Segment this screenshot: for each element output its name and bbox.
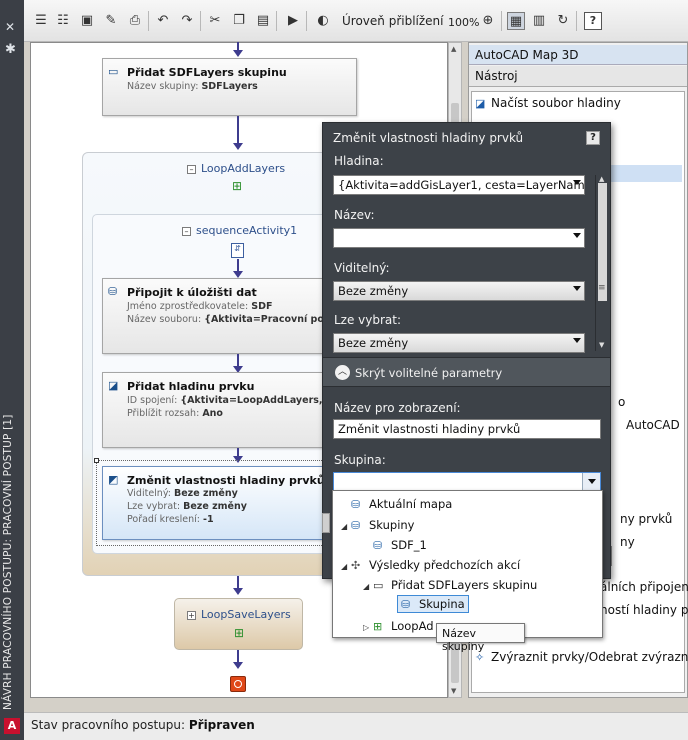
new-template-icon[interactable]: ☷ xyxy=(54,12,72,30)
name-field[interactable] xyxy=(333,228,585,248)
workflow-status: Stav pracovního postupu: Připraven xyxy=(31,718,255,732)
designer-view-icon[interactable]: ▦ xyxy=(507,12,525,30)
properties-view-icon[interactable]: ▥ xyxy=(530,12,548,30)
load-layer-icon: ◪ xyxy=(475,97,486,110)
expanded-icon: ◢ xyxy=(363,582,370,591)
group-field[interactable] xyxy=(333,472,601,492)
tool-item[interactable]: ny prvků xyxy=(620,512,672,526)
add-group-icon: ▭ xyxy=(373,579,384,592)
print-icon[interactable]: ⎙ xyxy=(126,12,144,30)
tree-item-add-group[interactable]: ◢ ▭ Přidat SDFLayers skupinu xyxy=(363,578,537,592)
dialog-scrollbar[interactable]: ▲ ≡ ▼ xyxy=(595,175,609,351)
zoom-level-icon[interactable]: ◐ xyxy=(314,12,332,30)
loop-icon: ⊞ xyxy=(373,620,383,633)
workflow-node-add-layer[interactable]: ◪ Přidat hladinu prvku ID spojení: {Akti… xyxy=(102,372,357,448)
new-workflow-icon[interactable]: ☰ xyxy=(32,12,50,30)
undo-icon[interactable]: ↶ xyxy=(154,12,172,30)
add-group-icon: ▭ xyxy=(108,65,119,78)
chevron-down-icon xyxy=(573,338,581,343)
selectable-label: Lze vybrat: xyxy=(334,313,402,327)
tool-item[interactable]: ✧ Zvýraznit prvky/Odebrat zvýraznění xyxy=(475,650,688,664)
database-icon: ⛁ xyxy=(351,519,361,532)
add-layer-icon: ◪ xyxy=(108,379,119,392)
layer-label: Hladina: xyxy=(334,154,384,168)
refresh-icon[interactable]: ↻ xyxy=(554,12,572,30)
redo-icon[interactable]: ↷ xyxy=(178,12,196,30)
save-as-icon[interactable]: ✎ xyxy=(102,12,120,30)
sequence-header[interactable]: – sequenceActivity1 xyxy=(182,224,297,237)
tree-item-previous-results[interactable]: ◢ ✣ Výsledky předchozích akcí xyxy=(341,558,520,572)
chevron-down-icon xyxy=(573,233,581,238)
tool-item[interactable]: AutoCAD xyxy=(626,418,680,432)
loop-save-layers[interactable]: + LoopSaveLayers ⊞ xyxy=(174,598,303,650)
help-icon[interactable]: ? xyxy=(586,131,600,145)
tree-item-current-map[interactable]: ⛁ Aktuální mapa xyxy=(341,497,452,511)
panel-subheader[interactable]: Nástroj xyxy=(469,66,687,87)
tool-item[interactable]: o xyxy=(618,395,625,409)
autocad-logo-icon: A xyxy=(4,718,20,734)
chevron-up-icon[interactable]: ︿ xyxy=(335,365,350,380)
tool-item[interactable]: ◪ Načíst soubor hladiny xyxy=(475,96,621,110)
chevron-down-icon[interactable] xyxy=(582,473,600,491)
cut-icon[interactable]: ✂ xyxy=(206,12,224,30)
zoom-icon[interactable]: ⊕ xyxy=(479,12,497,30)
zoom-value[interactable]: 100% xyxy=(448,16,479,29)
collapsed-icon: ▷ xyxy=(363,623,370,632)
loop-icon: ⊞ xyxy=(231,179,243,193)
gear-icon[interactable]: ✱ xyxy=(5,42,16,57)
workflow-node-connect[interactable]: ⛁ Připojit k úložišti dat Jméno zprostře… xyxy=(102,278,357,354)
chevron-down-icon xyxy=(573,286,581,291)
sequence-icon: ⇵ xyxy=(231,243,244,258)
database-icon: ⛁ xyxy=(351,498,361,511)
expanded-icon: ◢ xyxy=(341,562,348,571)
database-icon: ⛁ xyxy=(401,598,411,611)
group-label: Skupina: xyxy=(334,453,386,467)
selectable-select[interactable]: Beze změny xyxy=(333,333,585,353)
copy-icon[interactable]: ❐ xyxy=(230,12,248,30)
optional-params-toggle[interactable]: ︿ Skrýt volitelné parametry xyxy=(323,357,610,387)
group-tree-dropdown: ⛁ Aktuální mapa ◢ ⛁ Skupiny ⛁ SDF_1 ◢ ✣ Výsled… xyxy=(332,490,603,638)
connect-icon: ⛁ xyxy=(108,285,118,298)
display-name-label: Název pro zobrazení: xyxy=(334,401,461,415)
selection-handle[interactable] xyxy=(94,458,99,463)
tree-item-sdf1[interactable]: ⛁ SDF_1 xyxy=(363,538,427,552)
layer-properties-icon: ◩ xyxy=(108,473,119,486)
save-icon[interactable]: ▣ xyxy=(78,12,96,30)
visible-select[interactable]: Beze změny xyxy=(333,281,585,301)
tool-item[interactable]: ny xyxy=(620,535,635,549)
close-icon[interactable]: ✕ xyxy=(5,20,15,34)
database-icon: ⛁ xyxy=(373,539,383,552)
results-icon: ✣ xyxy=(351,559,361,572)
workflow-node-change-layer[interactable]: ◩ Změnit vlastnosti hladiny prvků Vidite… xyxy=(102,466,357,540)
help-icon[interactable]: ? xyxy=(584,12,602,30)
tool-item[interactable]: ností hladiny p xyxy=(600,603,688,617)
loop-icon: ⊞ xyxy=(233,626,245,640)
visible-label: Viditelný: xyxy=(334,261,390,275)
zoom-level-label[interactable]: Úroveň přiblížení xyxy=(342,14,444,28)
palette-strip: ✕ ✱ NÁVRH PRACOVNÍHO POSTUPU: PRACOVNÍ P… xyxy=(0,0,24,740)
run-workflow-icon[interactable]: ▶ xyxy=(284,12,302,30)
loop-save-header[interactable]: + LoopSaveLayers xyxy=(187,608,291,621)
tooltip: Název skupiny xyxy=(436,623,525,653)
display-name-field[interactable]: Změnit vlastnosti hladiny prvků xyxy=(333,419,601,439)
node-title: Přidat SDFLayers skupinu xyxy=(127,66,287,79)
panel-header[interactable]: AutoCAD Map 3D xyxy=(469,45,687,65)
paste-icon[interactable]: ▤ xyxy=(254,12,272,30)
tree-item-groups[interactable]: ◢ ⛁ Skupiny xyxy=(341,518,414,532)
status-bar: Stav pracovního postupu: Připraven xyxy=(24,712,688,740)
toolbar: ☰ ☷ ▣ ✎ ⎙ ↶ ↷ ✂ ❐ ▤ ▶ ◐ Úroveň přiblížen… xyxy=(24,0,688,42)
layer-field[interactable]: {Aktivita=addGisLayer1, cesta=LayerName} xyxy=(333,175,585,195)
workflow-node-add-group[interactable]: ▭ Přidat SDFLayers skupinu Název skupiny… xyxy=(102,58,357,116)
tree-item-loop[interactable]: ▷ ⊞ LoopAd xyxy=(363,619,434,633)
chevron-down-icon xyxy=(573,180,581,185)
workflow-end-icon xyxy=(230,676,246,692)
expanded-icon: ◢ xyxy=(341,522,348,531)
dialog-title: Změnit vlastnosti hladiny prvků xyxy=(333,131,524,145)
loop-header[interactable]: – LoopAddLayers xyxy=(187,162,285,175)
tree-item-skupina[interactable]: ⛁ Skupina xyxy=(387,595,469,613)
name-label: Název: xyxy=(334,208,375,222)
tool-item[interactable]: álních připojen xyxy=(600,580,688,594)
